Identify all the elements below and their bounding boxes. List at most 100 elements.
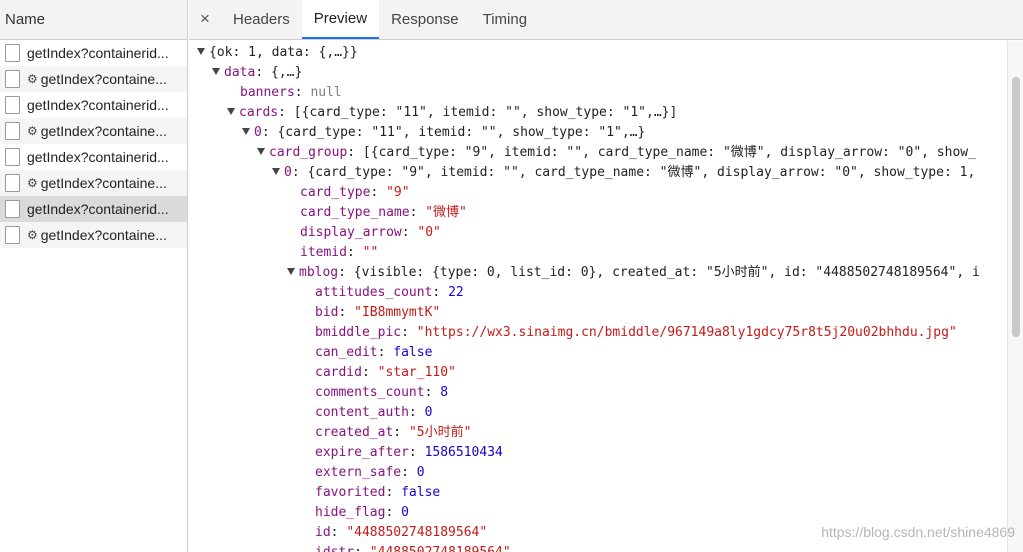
json-key: favorited: [315, 485, 386, 500]
expand-triangle-icon[interactable]: [257, 148, 265, 155]
request-row[interactable]: getIndex?containerid...: [0, 40, 187, 66]
request-row[interactable]: ⚙ getIndex?containe...: [0, 118, 187, 144]
json-line[interactable]: attitudes_count: 22: [189, 283, 1007, 303]
json-line[interactable]: hide_flag: 0: [189, 503, 1007, 523]
request-row[interactable]: ⚙ getIndex?containe...: [0, 170, 187, 196]
request-row[interactable]: getIndex?containerid...: [0, 196, 187, 222]
json-key: idstr: [315, 545, 354, 552]
json-key: hide_flag: [315, 505, 386, 520]
tab-timing[interactable]: Timing: [471, 0, 539, 39]
name-column-label: Name: [5, 11, 46, 28]
request-label: getIndex?containe...: [40, 123, 167, 139]
json-key: expire_after: [315, 445, 409, 460]
json-line[interactable]: 0: {card_type: "11", itemid: "", show_ty…: [189, 123, 1007, 143]
tab-preview[interactable]: Preview: [301, 0, 380, 39]
json-line[interactable]: created_at: "5小时前": [189, 423, 1007, 443]
expand-triangle-icon[interactable]: [212, 68, 220, 75]
json-value: "IB8mmymtK": [354, 305, 441, 320]
file-icon: [5, 122, 20, 140]
file-icon: [5, 148, 20, 166]
json-value: :: [432, 285, 449, 300]
details-panel: × Headers Preview Response Timing {ok: 1, d…: [189, 0, 1023, 552]
request-label: getIndex?containerid...: [27, 149, 169, 165]
expand-triangle-icon[interactable]: [272, 168, 280, 175]
json-line[interactable]: can_edit: false: [189, 343, 1007, 363]
json-value: "4488502748189564": [346, 525, 488, 540]
json-value: :: [401, 225, 418, 240]
json-value: :: [361, 365, 378, 380]
json-value: 8: [440, 385, 449, 400]
json-value: :: [338, 305, 355, 320]
json-line[interactable]: data: {,…}: [189, 63, 1007, 83]
request-row[interactable]: ⚙ getIndex?containe...: [0, 222, 187, 248]
json-line[interactable]: extern_safe: 0: [189, 463, 1007, 483]
gear-icon: ⚙: [27, 124, 38, 138]
json-key: card_type_name: [300, 205, 410, 220]
json-value: "star_110": [377, 365, 456, 380]
json-line[interactable]: display_arrow: "0": [189, 223, 1007, 243]
json-value: "": [362, 245, 379, 260]
preview-scrollbar[interactable]: [1007, 41, 1023, 552]
expand-triangle-icon[interactable]: [242, 128, 250, 135]
json-line[interactable]: 0: {card_type: "9", itemid: "", card_typ…: [189, 163, 1007, 183]
json-line[interactable]: content_auth: 0: [189, 403, 1007, 423]
preview-json-tree[interactable]: {ok: 1, data: {,…}} data: {,…} banners: nu…: [189, 41, 1007, 552]
request-row[interactable]: ⚙ getIndex?containe...: [0, 66, 187, 92]
json-line[interactable]: bid: "IB8mmymtK": [189, 303, 1007, 323]
file-icon: [5, 96, 20, 114]
json-value: 0: [401, 505, 409, 520]
json-line[interactable]: favorited: false: [189, 483, 1007, 503]
json-value: : [{card_type: "9", itemid: "", card_typ…: [347, 145, 976, 160]
json-line[interactable]: bmiddle_pic: "https://wx3.sinaimg.cn/bmi…: [189, 323, 1007, 343]
details-tab-bar: × Headers Preview Response Timing: [189, 0, 1023, 40]
json-line[interactable]: comments_count: 8: [189, 383, 1007, 403]
json-line[interactable]: mblog: {visible: {type: 0, list_id: 0}, …: [189, 263, 1007, 283]
file-icon: [5, 44, 20, 62]
json-line[interactable]: cards: [{card_type: "11", itemid: "", sh…: [189, 103, 1007, 123]
tab-headers[interactable]: Headers: [221, 0, 302, 39]
json-value: : [{card_type: "11", itemid: "", show_ty…: [278, 105, 678, 120]
close-icon[interactable]: ×: [189, 0, 221, 39]
json-value: {ok: 1, data: {,…}}: [209, 45, 358, 60]
expand-triangle-icon[interactable]: [227, 108, 235, 115]
json-value: "0": [417, 225, 441, 240]
scrollbar-thumb[interactable]: [1012, 77, 1020, 337]
request-row[interactable]: getIndex?containerid...: [0, 144, 187, 170]
json-line[interactable]: card_type_name: "微博": [189, 203, 1007, 223]
json-key: content_auth: [315, 405, 409, 420]
json-value: : {card_type: "9", itemid: "", card_type…: [291, 165, 976, 180]
json-value: :: [385, 505, 402, 520]
json-value: :: [377, 345, 394, 360]
json-line[interactable]: expire_after: 1586510434: [189, 443, 1007, 463]
request-label: getIndex?containe...: [40, 175, 167, 191]
json-line[interactable]: itemid: "": [189, 243, 1007, 263]
json-line[interactable]: card_group: [{card_type: "9", itemid: ""…: [189, 143, 1007, 163]
json-key: mblog: [299, 265, 339, 280]
json-key: display_arrow: [300, 225, 402, 240]
json-line[interactable]: idstr: "4488502748189564": [189, 543, 1007, 552]
request-label: getIndex?containe...: [40, 71, 167, 87]
expand-triangle-icon[interactable]: [287, 268, 295, 275]
json-key: bmiddle_pic: [315, 325, 402, 340]
json-line[interactable]: cardid: "star_110": [189, 363, 1007, 383]
json-line[interactable]: card_type: "9": [189, 183, 1007, 203]
expand-triangle-icon[interactable]: [197, 48, 205, 55]
json-value: :: [408, 445, 425, 460]
json-key: card_group: [269, 145, 348, 160]
json-key: cardid: [315, 365, 362, 380]
name-column-header[interactable]: Name: [0, 0, 187, 40]
json-key: cards: [239, 105, 279, 120]
request-row[interactable]: getIndex?containerid...: [0, 92, 187, 118]
json-key: itemid: [300, 245, 347, 260]
json-line[interactable]: {ok: 1, data: {,…}}: [189, 43, 1007, 63]
tab-response[interactable]: Response: [379, 0, 471, 39]
json-value: 0: [424, 405, 433, 420]
json-line[interactable]: banners: null: [189, 83, 1007, 103]
file-icon: [5, 226, 20, 244]
json-key: bid: [315, 305, 339, 320]
gear-icon: ⚙: [27, 228, 38, 242]
json-value: 1586510434: [424, 445, 503, 460]
json-key: extern_safe: [315, 465, 402, 480]
json-key: card_type: [300, 185, 371, 200]
json-value: :: [424, 385, 441, 400]
